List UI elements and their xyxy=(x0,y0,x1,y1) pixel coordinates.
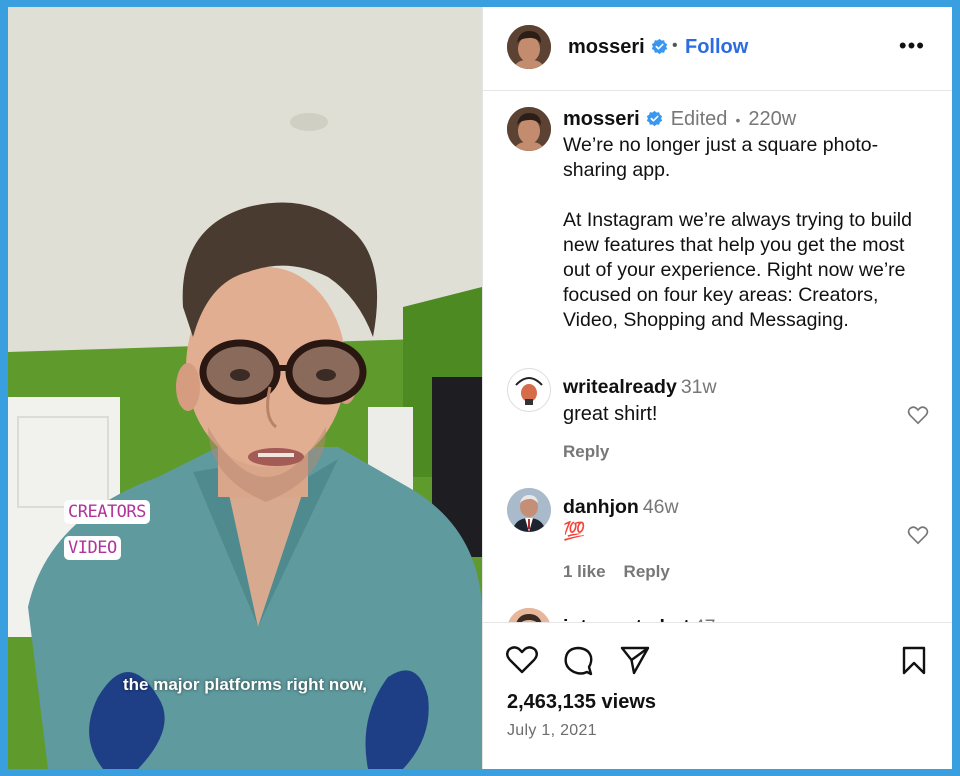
post-header: mosseri • Follow ••• xyxy=(483,7,952,91)
post-card: CREATORS VIDEO the major platforms right… xyxy=(8,7,952,769)
reply-button[interactable]: Reply xyxy=(563,442,609,461)
comment-username[interactable]: danhjon xyxy=(563,496,639,518)
author-username[interactable]: mosseri xyxy=(568,36,668,59)
caption-paragraph: At Instagram we’re always trying to buil… xyxy=(563,209,912,331)
caption-header: mosseri Edited • 220w xyxy=(563,108,796,131)
caption-sep: • xyxy=(735,112,741,128)
author-avatar[interactable] xyxy=(507,25,551,69)
views-count[interactable]: 2,463,135 views xyxy=(507,691,656,714)
edited-label: Edited xyxy=(670,108,728,130)
comment-time[interactable]: 46w xyxy=(643,496,679,518)
follow-button[interactable]: Follow xyxy=(685,36,748,59)
reply-button[interactable]: Reply xyxy=(624,562,670,581)
caption-body: We’re no longer just a square photo-shar… xyxy=(563,133,933,358)
comment-header: danhjon 46w xyxy=(563,496,679,519)
heart-icon[interactable] xyxy=(907,525,929,545)
likes-count[interactable]: 1 like xyxy=(563,562,606,581)
comments-scroll-area[interactable]: mosseri Edited • 220w We’re no longer just … xyxy=(483,91,952,622)
comment-username[interactable]: writealready xyxy=(563,376,677,398)
caption-username[interactable]: mosseri xyxy=(563,108,640,130)
share-icon[interactable] xyxy=(619,645,651,675)
video-caption: the major platforms right now, xyxy=(123,675,367,694)
post-video[interactable]: CREATORS VIDEO the major platforms right… xyxy=(8,7,482,769)
comment-time[interactable]: 31w xyxy=(681,376,717,398)
commenter-avatar[interactable] xyxy=(507,488,551,532)
more-options-icon[interactable]: ••• xyxy=(899,33,925,59)
comment-text: 💯 xyxy=(563,521,586,541)
bookmark-icon[interactable] xyxy=(901,645,927,675)
verified-badge-icon xyxy=(651,38,667,55)
video-frame-illustration xyxy=(8,7,482,769)
comment-actions: Reply xyxy=(563,442,627,462)
post-side-panel: mosseri • Follow ••• mosseri Edited • 22… xyxy=(482,7,952,769)
creators-tag: CREATORS xyxy=(64,500,150,524)
caption-author-avatar[interactable] xyxy=(507,107,551,151)
caption-paragraph: We’re no longer just a square photo-shar… xyxy=(563,134,879,181)
post-date[interactable]: July 1, 2021 xyxy=(507,722,597,740)
commenter-avatar[interactable] xyxy=(507,608,551,622)
header-username-text[interactable]: mosseri xyxy=(568,36,645,58)
browser-frame: CREATORS VIDEO the major platforms right… xyxy=(0,0,960,776)
comment-icon[interactable] xyxy=(562,645,594,677)
caption-time[interactable]: 220w xyxy=(748,108,796,130)
comment-header: writealready 31w xyxy=(563,376,717,399)
post-footer: 2,463,135 views July 1, 2021 xyxy=(483,622,952,769)
heart-icon[interactable] xyxy=(505,645,539,675)
heart-icon[interactable] xyxy=(907,405,929,425)
verified-badge-icon xyxy=(646,110,662,127)
comment-text: great shirt! xyxy=(563,403,658,425)
video-tag: VIDEO xyxy=(64,536,121,560)
commenter-avatar[interactable] xyxy=(507,368,551,412)
header-dot: • xyxy=(672,37,678,54)
comment-actions: 1 like Reply xyxy=(563,562,688,582)
